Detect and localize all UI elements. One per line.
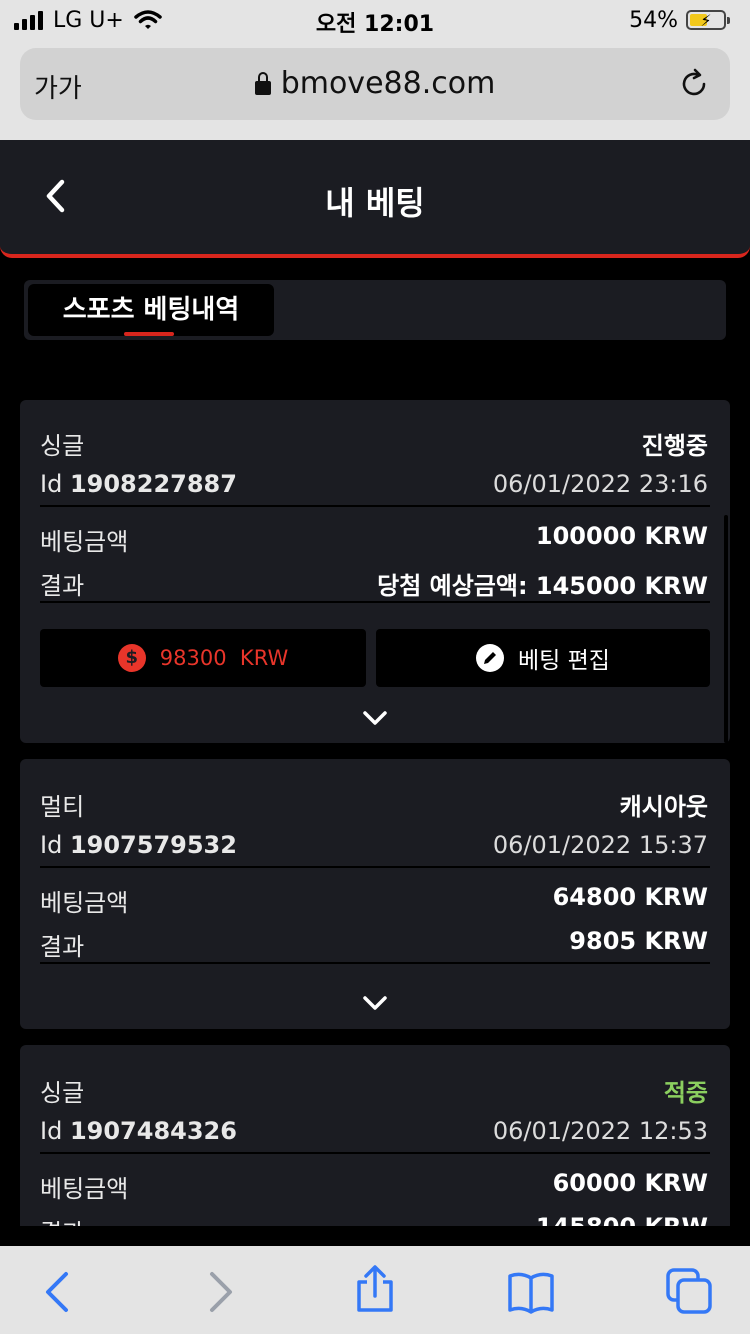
result-value: 당첨 예상금액: 145000 KRW: [377, 572, 708, 600]
tab-bar: 스포츠 베팅내역: [24, 280, 726, 340]
result-label: 결과: [40, 572, 85, 600]
bet-id: 1907484326: [69, 1117, 237, 1145]
forward-icon[interactable]: [194, 1270, 244, 1314]
bet-type: 싱글: [40, 432, 85, 460]
edit-bet-label: 베팅 편집: [518, 648, 610, 674]
stake-label: 베팅금액: [40, 528, 129, 556]
stake-row: 베팅금액 60000 KRW: [40, 1169, 708, 1209]
divider: [40, 1152, 710, 1154]
bet-type: 멀티: [40, 793, 85, 821]
stake-value: 60000 KRW: [552, 1169, 708, 1197]
battery-percent: 54%: [629, 7, 678, 33]
bet-id-prefix: Id: [40, 470, 63, 498]
chevron-down-icon[interactable]: [362, 995, 388, 1011]
result-row: 결과 145800 KRW: [40, 1213, 708, 1226]
bet-card: 멀티 캐시아웃 Id 1907579532 06/01/2022 15:37 베…: [20, 759, 730, 1029]
result-row: 결과 당첨 예상금액: 145000 KRW: [40, 566, 708, 606]
bet-type-row: 싱글 적중: [40, 1073, 708, 1113]
share-icon[interactable]: [350, 1264, 400, 1314]
bet-datetime: 06/01/2022 15:37: [492, 831, 708, 859]
bet-id-row: Id 1907579532 06/01/2022 15:37: [40, 831, 708, 871]
bet-id-prefix: Id: [40, 831, 63, 859]
bet-id: 1907579532: [69, 831, 237, 859]
stake-value: 100000 KRW: [535, 522, 708, 550]
stake-label: 베팅금액: [40, 1175, 129, 1203]
result-value: 9805 KRW: [569, 927, 708, 955]
bet-type-row: 싱글 진행중: [40, 426, 708, 466]
result-row: 결과 9805 KRW: [40, 927, 708, 967]
bet-id-prefix: Id: [40, 1117, 63, 1145]
stake-row: 베팅금액 100000 KRW: [40, 522, 708, 562]
stake-row: 베팅금액 64800 KRW: [40, 883, 708, 923]
divider: [40, 601, 710, 603]
tab-sports-bet-history[interactable]: 스포츠 베팅내역: [28, 284, 274, 336]
bet-status: 적중: [663, 1079, 708, 1107]
address-bar[interactable]: 가가 bmove88.com: [20, 48, 730, 120]
bet-datetime: 06/01/2022 23:16: [492, 470, 708, 498]
result-value: 145800 KRW: [536, 1213, 708, 1226]
battery-icon: ⚡: [686, 10, 730, 30]
bet-card: 싱글 진행중 Id 1908227887 06/01/2022 23:16 베팅…: [20, 400, 730, 743]
bet-id-row: Id 1907484326 06/01/2022 12:53: [40, 1117, 708, 1157]
browser-toolbar: [0, 1246, 750, 1334]
bet-id-row: Id 1908227887 06/01/2022 23:16: [40, 470, 708, 510]
bet-status: 진행중: [641, 432, 708, 460]
lock-icon: [254, 71, 271, 95]
stake-value: 64800 KRW: [552, 883, 708, 911]
url-text: bmove88.com: [280, 66, 496, 101]
result-label: 결과: [40, 1213, 84, 1226]
status-bar: LG U+ 오전 12:01 54% ⚡: [0, 0, 750, 40]
chevron-down-icon[interactable]: [362, 710, 388, 726]
scrollbar[interactable]: [724, 515, 728, 743]
tab-active-indicator: [124, 332, 174, 336]
browser-address-area: 가가 bmove88.com: [0, 40, 750, 140]
stake-label: 베팅금액: [40, 889, 129, 917]
app-header: 내 베팅: [0, 140, 750, 258]
edit-bet-button[interactable]: 베팅 편집: [376, 629, 710, 687]
tab-label: 스포츠 베팅내역: [62, 295, 240, 325]
bet-status: 캐시아웃: [619, 793, 708, 821]
result-label: 결과: [40, 933, 85, 961]
pencil-icon: [476, 644, 505, 672]
cashout-amount: 98300 KRW: [159, 646, 289, 670]
bet-id: 1908227887: [69, 470, 237, 498]
bet-type: 싱글: [40, 1079, 85, 1107]
reload-icon[interactable]: [676, 66, 712, 102]
divider: [40, 962, 710, 964]
bet-card: 싱글 적중 Id 1907484326 06/01/2022 12:53 베팅금…: [20, 1045, 730, 1226]
bet-datetime: 06/01/2022 12:53: [492, 1117, 708, 1145]
divider: [40, 505, 710, 507]
page-title: 내 베팅: [325, 184, 425, 222]
back-icon[interactable]: [34, 1270, 84, 1314]
cashout-button[interactable]: $ 98300 KRW: [40, 629, 366, 687]
url-display[interactable]: bmove88.com: [20, 66, 730, 101]
divider: [40, 866, 710, 868]
bet-type-row: 멀티 캐시아웃: [40, 787, 708, 827]
bookmarks-icon[interactable]: [506, 1270, 556, 1314]
tabs-icon[interactable]: [664, 1266, 714, 1314]
dollar-icon: $: [117, 644, 146, 672]
status-right: 54% ⚡: [629, 6, 730, 34]
